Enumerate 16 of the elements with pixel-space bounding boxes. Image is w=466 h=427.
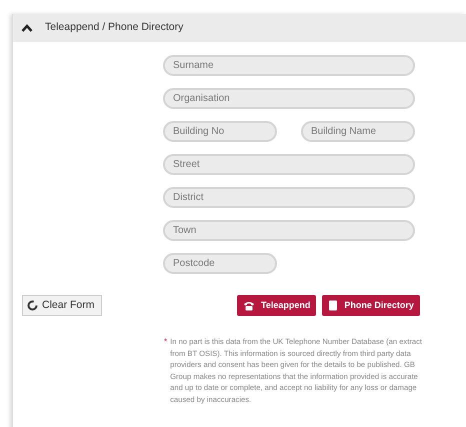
- input-field[interactable]: Town: [163, 220, 415, 241]
- input-field[interactable]: Postcode: [163, 253, 277, 274]
- action-button[interactable]: Phone Directory: [322, 295, 420, 316]
- chevron-up-icon: [21, 24, 33, 32]
- refresh-icon: [27, 300, 38, 311]
- input-field[interactable]: Building Name: [301, 121, 415, 142]
- telephone-icon: [243, 300, 255, 310]
- action-button[interactable]: Teleappend: [237, 295, 316, 316]
- input-field[interactable]: Organisation: [163, 88, 415, 109]
- input-field[interactable]: Surname: [163, 55, 415, 76]
- input-field[interactable]: District: [163, 187, 415, 208]
- asterisk: *: [164, 336, 168, 348]
- panel-header[interactable]: Teleappend / Phone Directory: [13, 14, 466, 42]
- clear-form-button[interactable]: Clear Form: [22, 295, 102, 316]
- input-field[interactable]: Building No: [163, 121, 277, 142]
- input-field[interactable]: Street: [163, 154, 415, 175]
